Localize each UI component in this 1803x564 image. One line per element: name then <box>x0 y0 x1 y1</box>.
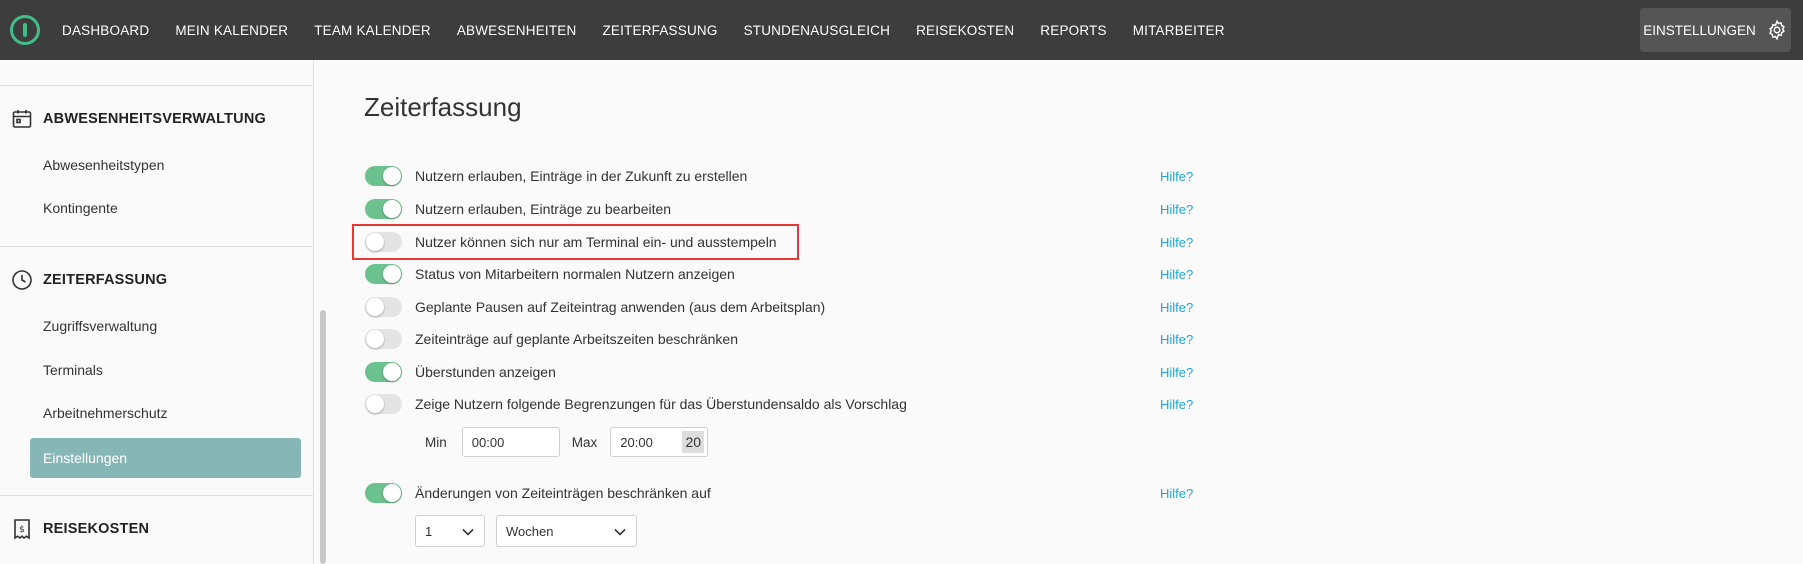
setting-label: Überstunden anzeigen <box>415 364 556 380</box>
help-link[interactable]: Hilfe? <box>1160 235 1193 250</box>
nav-item-mitarbeiter[interactable]: MITARBEITER <box>1133 23 1225 38</box>
clock-icon <box>0 268 43 292</box>
max-input[interactable]: 20:00 20 <box>610 427 709 457</box>
setting-label: Änderungen von Zeiteinträgen beschränken… <box>415 485 711 501</box>
setting-label: Geplante Pausen auf Zeiteintrag anwenden… <box>415 299 826 315</box>
help-link[interactable]: Hilfe? <box>1160 267 1193 282</box>
sidebar-section-abwesenheitsverwaltung[interactable]: ABWESENHEITSVERWALTUNG <box>0 104 314 134</box>
nav-item-team-kalender[interactable]: TEAM KALENDER <box>314 23 431 38</box>
setting-row: Überstunden anzeigen Hilfe? <box>365 361 1515 383</box>
restrict-unit-value: Wochen <box>506 523 554 539</box>
setting-toggle[interactable] <box>365 362 402 382</box>
setting-row: Nutzern erlauben, Einträge in der Zukunf… <box>365 165 1515 187</box>
sidebar-item-arbeitnehmerschutz[interactable]: Arbeitnehmerschutz <box>30 393 301 433</box>
svg-text:$: $ <box>19 525 25 535</box>
sidebar-divider <box>0 246 314 247</box>
sidebar-divider <box>0 85 314 86</box>
sidebar-section-reisekosten[interactable]: $ REISEKOSTEN <box>0 514 314 544</box>
help-link[interactable]: Hilfe? <box>1160 365 1193 380</box>
receipt-icon: $ <box>0 517 43 541</box>
scrollbar-thumb[interactable] <box>320 310 326 564</box>
sidebar-section-label: REISEKOSTEN <box>43 521 150 537</box>
main-nav: DASHBOARD MEIN KALENDER TEAM KALENDER AB… <box>62 0 1251 60</box>
setting-toggle[interactable] <box>365 264 402 284</box>
restrict-toggle[interactable] <box>365 483 402 503</box>
setting-row: Zeiteinträge auf geplante Arbeitszeiten … <box>365 328 1515 350</box>
setting-label: Nutzern erlauben, Einträge in der Zukunf… <box>415 168 748 184</box>
sidebar-item-zugriffsverwaltung[interactable]: Zugriffsverwaltung <box>30 306 301 346</box>
setting-row: Zeige Nutzern folgende Begrenzungen für … <box>365 393 1515 415</box>
help-link[interactable]: Hilfe? <box>1160 486 1193 501</box>
help-link[interactable]: Hilfe? <box>1160 397 1193 412</box>
help-link[interactable]: Hilfe? <box>1160 202 1193 217</box>
page-title: Zeiterfassung <box>364 92 522 122</box>
setting-toggle[interactable] <box>365 297 402 317</box>
setting-toggle[interactable] <box>365 329 402 349</box>
settings-button-label: EINSTELLUNGEN <box>1643 22 1756 38</box>
min-label: Min <box>425 434 447 450</box>
nav-item-reports[interactable]: REPORTS <box>1040 23 1106 38</box>
sidebar-item-abwesenheitstypen[interactable]: Abwesenheitstypen <box>30 145 301 185</box>
max-input-spinner[interactable]: 20 <box>682 431 705 453</box>
app-logo-icon[interactable] <box>0 0 48 60</box>
restrict-count-select[interactable]: 1 <box>415 515 485 547</box>
sidebar-scrollbar[interactable] <box>318 60 328 564</box>
main-content: Zeiterfassung Nutzern erlauben, Einträge… <box>330 60 1803 564</box>
nav-item-mein-kalender[interactable]: MEIN KALENDER <box>175 23 288 38</box>
chevron-down-icon <box>614 528 626 536</box>
help-link[interactable]: Hilfe? <box>1160 332 1193 347</box>
min-input-value: 00:00 <box>471 434 505 450</box>
min-input[interactable]: 00:00 <box>461 427 560 457</box>
nav-item-stundenausgleich[interactable]: STUNDENAUSGLEICH <box>744 23 890 38</box>
nav-item-reisekosten[interactable]: REISEKOSTEN <box>916 23 1014 38</box>
sidebar-item-einstellungen[interactable]: Einstellungen <box>30 438 301 478</box>
gear-icon <box>1768 19 1785 41</box>
calendar-icon <box>0 107 43 131</box>
setting-row: Geplante Pausen auf Zeiteintrag anwenden… <box>365 296 1515 318</box>
sidebar-section-label: ZEITERFASSUNG <box>43 272 168 288</box>
sidebar-item-terminals[interactable]: Terminals <box>30 350 301 390</box>
setting-row-restrict: Änderungen von Zeiteinträgen beschränken… <box>365 482 1515 504</box>
restrict-unit-select[interactable]: Wochen <box>496 515 637 547</box>
max-input-value: 20:00 <box>620 434 653 450</box>
overtime-limits: Min 00:00 Max 20:00 20 <box>425 427 709 457</box>
setting-row: Nutzern erlauben, Einträge zu bearbeiten… <box>365 198 1515 220</box>
nav-item-abwesenheiten[interactable]: ABWESENHEITEN <box>457 23 577 38</box>
sidebar-item-kontingente[interactable]: Kontingente <box>30 188 301 228</box>
sidebar-divider <box>0 495 314 496</box>
setting-label: Zeige Nutzern folgende Begrenzungen für … <box>415 396 907 412</box>
sidebar-section-zeiterfassung[interactable]: ZEITERFASSUNG <box>0 265 314 295</box>
sidebar-section-label: ABWESENHEITSVERWALTUNG <box>43 111 266 127</box>
setting-label: Nutzern erlauben, Einträge zu bearbeiten <box>415 201 672 217</box>
setting-toggle[interactable] <box>365 199 402 219</box>
setting-toggle[interactable] <box>365 166 402 186</box>
help-link[interactable]: Hilfe? <box>1160 169 1193 184</box>
setting-label: Status von Mitarbeitern normalen Nutzern… <box>415 266 735 282</box>
setting-toggle[interactable] <box>365 394 402 414</box>
help-link[interactable]: Hilfe? <box>1160 300 1193 315</box>
chevron-down-icon <box>462 528 474 536</box>
max-label: Max <box>571 434 598 450</box>
nav-item-zeiterfassung[interactable]: ZEITERFASSUNG <box>602 23 717 38</box>
setting-label: Zeiteinträge auf geplante Arbeitszeiten … <box>415 331 738 347</box>
highlight-box <box>352 224 799 260</box>
setting-row: Status von Mitarbeitern normalen Nutzern… <box>365 263 1515 285</box>
top-navigation-bar: DASHBOARD MEIN KALENDER TEAM KALENDER AB… <box>0 0 1803 60</box>
restrict-count-value: 1 <box>425 523 433 539</box>
nav-item-dashboard[interactable]: DASHBOARD <box>62 23 149 38</box>
settings-button[interactable]: EINSTELLUNGEN <box>1640 8 1791 52</box>
settings-sidebar: ABWESENHEITSVERWALTUNG Abwesenheitstypen… <box>0 60 314 564</box>
